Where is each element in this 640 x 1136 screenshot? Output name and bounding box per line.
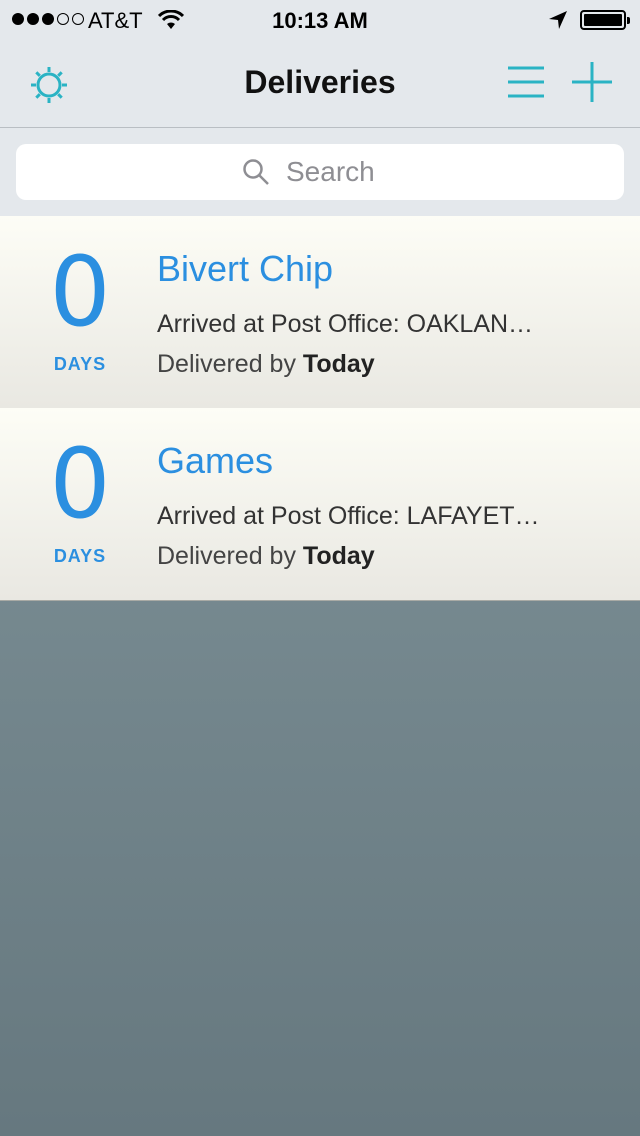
search-input[interactable] (284, 155, 398, 189)
delivery-name: Games (157, 440, 274, 481)
delivery-eta: Delivered by Today (157, 542, 375, 571)
days-label: DAYS (53, 354, 107, 374)
delivery-name: Bivert Chip (157, 248, 334, 289)
delivery-eta-value: Today (302, 350, 375, 378)
days-count: 0 (49, 428, 111, 540)
status-bar: AT&T 10:13 AM (0, 0, 640, 40)
search-bar[interactable] (16, 144, 624, 200)
delivery-row[interactable]: 0 DAYS Bivert Chip Arrived at Post Offic… (0, 216, 640, 409)
plus-icon[interactable] (570, 60, 614, 104)
delivery-eta-prefix: Delivered by (157, 350, 303, 378)
days-count: 0 (49, 236, 111, 348)
nav-bar: Deliveries (0, 40, 640, 128)
battery-icon (580, 10, 630, 30)
top-bar: AT&T 10:13 AM Deliveries Search (0, 0, 640, 217)
search-icon (243, 159, 269, 185)
status-time: 10:13 AM (272, 8, 368, 33)
nav-divider (0, 127, 640, 128)
menu-icon[interactable] (506, 62, 546, 102)
days-label: DAYS (53, 546, 107, 566)
delivery-eta-value: Today (302, 542, 375, 570)
delivery-status: Arrived at Post Office: LAFAYET… (157, 502, 540, 530)
delivery-status: Arrived at Post Office: OAKLAN… (157, 310, 534, 338)
location-arrow-icon (549, 11, 567, 29)
delivery-eta: Delivered by Today (157, 350, 375, 379)
delivery-row[interactable]: 0 DAYS Games Arrived at Post Office: LAF… (0, 408, 640, 601)
delivery-eta-prefix: Delivered by (157, 542, 303, 570)
